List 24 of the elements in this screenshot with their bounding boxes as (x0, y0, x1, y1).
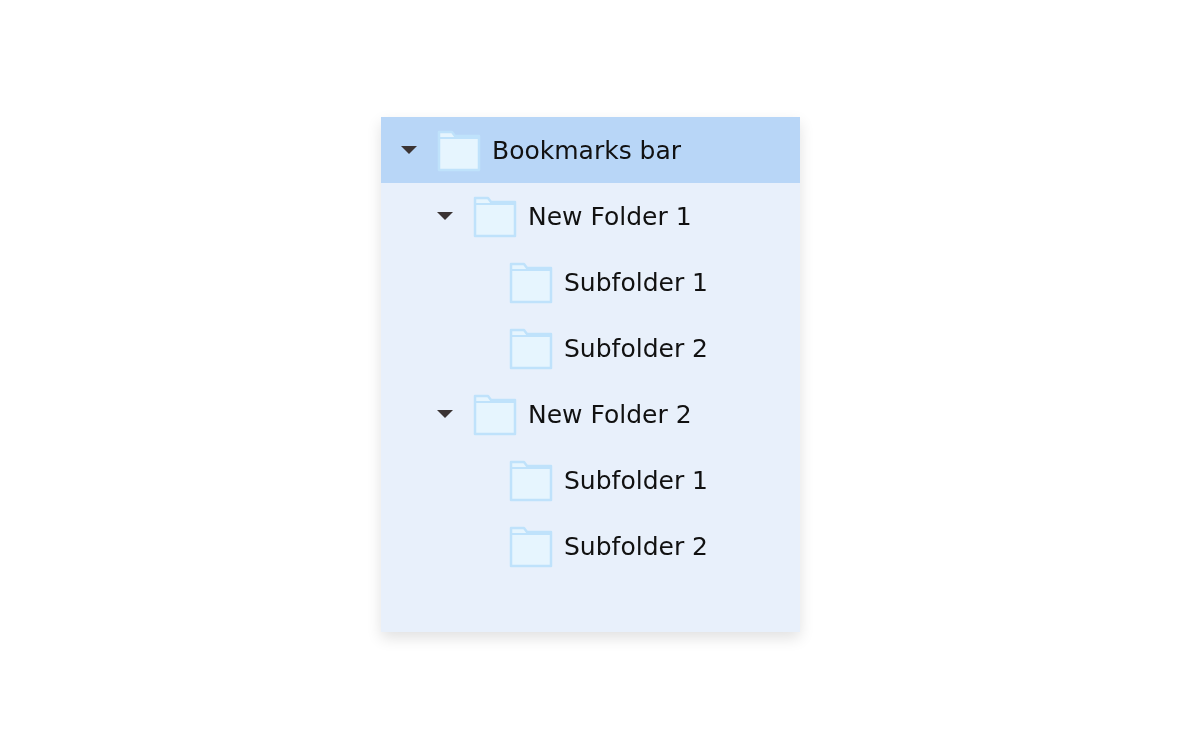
caret-icon[interactable] (436, 211, 454, 221)
tree-item[interactable]: New Folder 1 (381, 183, 800, 249)
folder-icon (509, 524, 553, 568)
item-label: Subfolder 2 (564, 531, 708, 561)
folder-icon (509, 260, 553, 304)
tree-item[interactable]: Bookmarks bar (381, 117, 800, 183)
item-label: New Folder 2 (528, 399, 692, 429)
folder-icon (473, 392, 517, 436)
folder-icon (437, 128, 481, 172)
tree-item[interactable]: Subfolder 2 (381, 315, 800, 381)
folder-icon (509, 458, 553, 502)
item-label: Subfolder 1 (564, 465, 708, 495)
tree-item[interactable]: Subfolder 1 (381, 249, 800, 315)
caret-icon[interactable] (400, 145, 418, 155)
caret-icon[interactable] (436, 409, 454, 419)
folder-icon (473, 194, 517, 238)
item-label: New Folder 1 (528, 201, 692, 231)
tree-item[interactable]: Subfolder 2 (381, 513, 800, 579)
folder-icon (509, 326, 553, 370)
item-label: Subfolder 1 (564, 267, 708, 297)
tree-item[interactable]: Subfolder 1 (381, 447, 800, 513)
item-label: Subfolder 2 (564, 333, 708, 363)
tree-item[interactable]: New Folder 2 (381, 381, 800, 447)
item-label: Bookmarks bar (492, 135, 682, 165)
